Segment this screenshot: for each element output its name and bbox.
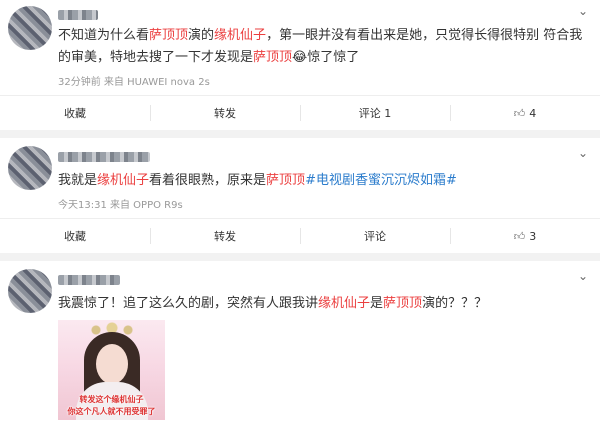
text-segment: 不知道为什么看 (58, 28, 150, 43)
avatar[interactable] (8, 269, 52, 313)
collect-label: 收藏 (64, 107, 86, 120)
highlighted-name: 缘机仙子 (97, 173, 150, 188)
post-text: 不知道为什么看萨顶顶演的缘机仙子，第一眼并没有看出来是她，只觉得长得很特别 符合… (58, 25, 586, 69)
username-blurred[interactable] (58, 10, 98, 20)
action-bar: 收藏 转发 评论 👍︎ 3 (0, 218, 600, 254)
post-text: 我震惊了！追了这么久的剧，突然有人跟我讲缘机仙子是萨顶顶演的？？？ (58, 293, 586, 315)
post-image[interactable]: 转发这个缘机仙子 你这个凡人就不用受罪了 (58, 320, 165, 420)
text-segment: 我就是 (58, 173, 98, 188)
highlighted-name: 缘机仙子 (214, 28, 267, 43)
text-segment: 我震惊了！追了这么久的剧，突然有人跟我讲 (58, 296, 319, 311)
thumb-up-icon: 👍︎ (513, 106, 526, 120)
like-count: 4 (529, 106, 537, 120)
text-segment: 演的 (188, 28, 215, 43)
highlighted-name: 萨顶顶 (253, 50, 293, 65)
repost-label: 转发 (214, 230, 236, 243)
text-segment: 看着很眼熟，原来是 (149, 173, 267, 188)
comment-label: 评论 1 (358, 107, 392, 120)
image-caption-line-1: 转发这个缘机仙子 (79, 395, 144, 404)
separator (0, 130, 600, 138)
username-blurred[interactable] (58, 152, 150, 162)
repost-button[interactable]: 转发 (150, 96, 300, 130)
post-meta: 今天13:31 来自 OPPO R9s (58, 200, 183, 211)
comment-button[interactable]: 评论 (300, 219, 450, 253)
avatar[interactable] (8, 6, 52, 50)
comment-label: 评论 (364, 230, 386, 243)
post-text: 我就是缘机仙子看着很眼熟，原来是萨顶顶#电视剧香蜜沉沉烬如霜# (58, 170, 586, 192)
image-caption-line-2: 你这个凡人就不用受罪了 (67, 407, 156, 416)
text-segment: 是 (370, 296, 384, 311)
username-blurred[interactable] (58, 275, 120, 285)
like-count: 3 (529, 229, 537, 243)
text-segment: 😂惊了惊了 (292, 50, 360, 65)
highlighted-name: 缘机仙子 (318, 296, 371, 311)
collect-button[interactable]: 收藏 (0, 219, 150, 253)
comment-button[interactable]: 评论 1 (300, 96, 450, 130)
post-meta: 32分钟前 来自 HUAWEI nova 2s (58, 77, 210, 88)
highlighted-name: 萨顶顶 (383, 296, 423, 311)
chevron-down-icon[interactable]: ⌄ (578, 146, 588, 160)
hashtag-link[interactable]: #电视剧香蜜沉沉烬如霜# (305, 173, 457, 188)
chevron-down-icon[interactable]: ⌄ (578, 269, 588, 283)
separator (0, 253, 600, 261)
repost-label: 转发 (214, 107, 236, 120)
thumb-up-icon: 👍︎ (513, 229, 526, 243)
action-bar: 收藏 转发 评论 1 👍︎ 4 (0, 95, 600, 131)
collect-label: 收藏 (64, 230, 86, 243)
chevron-down-icon[interactable]: ⌄ (578, 4, 588, 18)
collect-button[interactable]: 收藏 (0, 96, 150, 130)
highlighted-name: 萨顶顶 (266, 173, 306, 188)
like-button[interactable]: 👍︎ 3 (450, 219, 600, 253)
repost-button[interactable]: 转发 (150, 219, 300, 253)
avatar[interactable] (8, 146, 52, 190)
highlighted-name: 萨顶顶 (149, 28, 189, 43)
like-button[interactable]: 👍︎ 4 (450, 96, 600, 130)
text-segment: 演的？？？ (422, 296, 488, 311)
face (96, 344, 128, 384)
